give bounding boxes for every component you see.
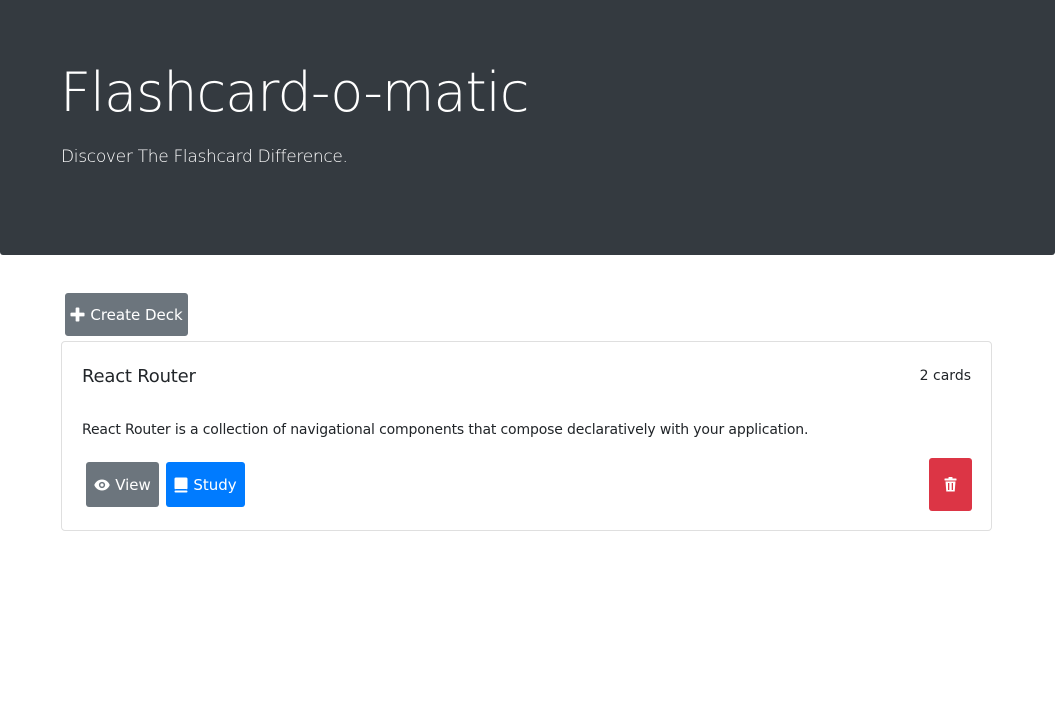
app-title: Flashcard-o-matic xyxy=(60,61,529,124)
trash-icon xyxy=(944,477,957,492)
delete-deck-button[interactable] xyxy=(929,458,972,511)
create-deck-label: Create Deck xyxy=(90,305,183,324)
deck-card: React Router 2 cards React Router is a c… xyxy=(61,341,992,531)
create-deck-button[interactable]: Create Deck xyxy=(65,293,188,336)
study-deck-button[interactable]: Study xyxy=(166,462,245,507)
header-jumbotron: Flashcard-o-matic Discover The Flashcard… xyxy=(0,0,1055,255)
plus-icon xyxy=(70,307,85,322)
deck-name: React Router xyxy=(82,366,196,387)
view-label: View xyxy=(115,475,151,494)
deck-description: React Router is a collection of navigati… xyxy=(82,422,809,438)
eye-icon xyxy=(94,479,110,491)
card-count: 2 cards xyxy=(919,368,971,384)
study-label: Study xyxy=(193,475,237,494)
view-deck-button[interactable]: View xyxy=(86,462,159,507)
app-subtitle: Discover The Flashcard Difference. xyxy=(61,147,348,167)
book-icon xyxy=(174,477,188,493)
